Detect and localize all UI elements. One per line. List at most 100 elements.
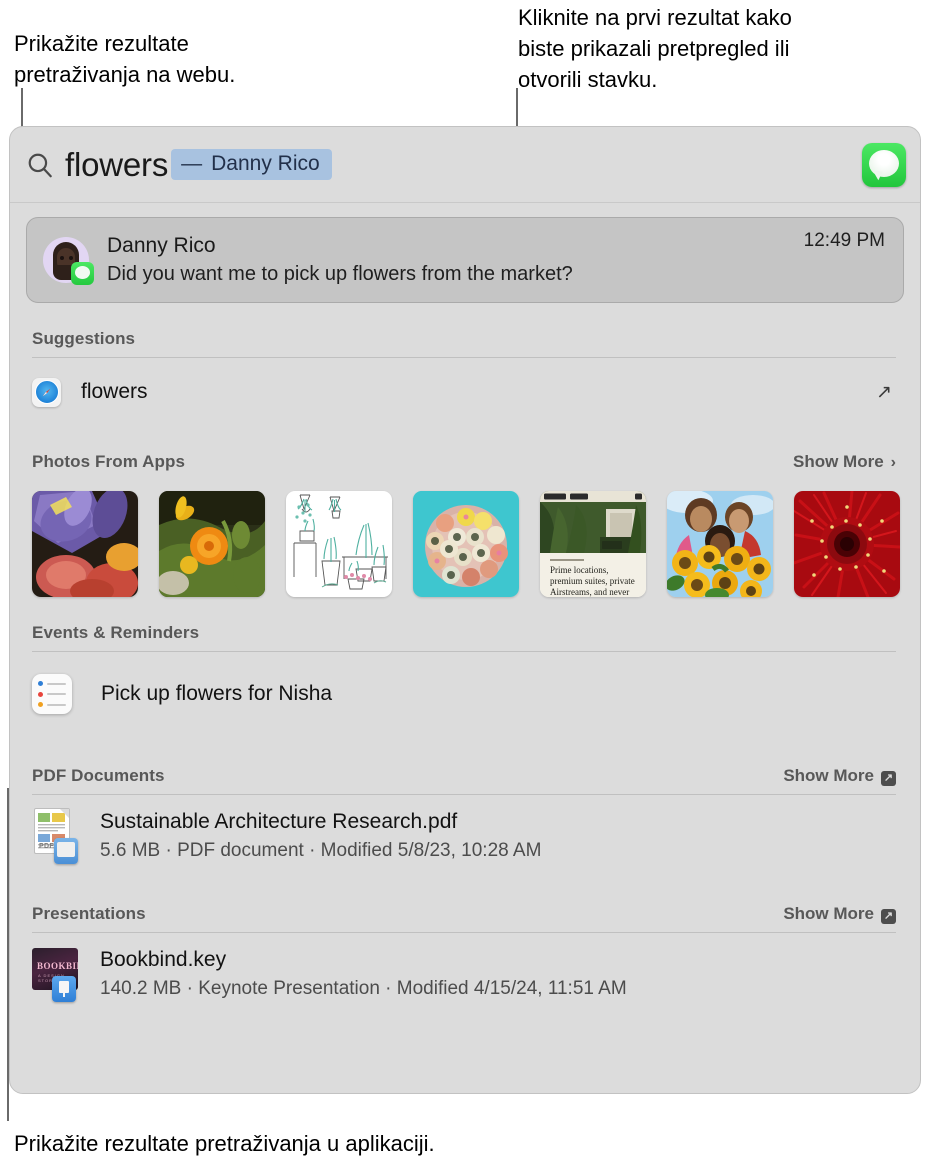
callout-app-results: Prikažite rezultate pretraživanja u apli…: [14, 1131, 435, 1156]
message-bubble-tail: [871, 169, 883, 181]
reminder-dot-orange: [38, 702, 43, 707]
show-more-label: Show More: [783, 904, 874, 923]
women-with-sunflowers-image: [667, 491, 773, 597]
pdf-file-name: Sustainable Architecture Research.pdf: [100, 810, 458, 833]
presentation-file-text: Bookbind.key 140.2 MB · Keynote Presenta…: [100, 948, 627, 1000]
keynote-thumb-title: BOOKBIND: [37, 961, 78, 971]
top-result-message-row[interactable]: Danny Rico Did you want me to pick up fl…: [26, 217, 904, 303]
reminder-label: Pick up flowers for Nisha: [101, 682, 333, 705]
photo-thumbnail-red-gerbera[interactable]: [794, 491, 900, 597]
svg-text:Airstreams, and never: Airstreams, and never: [550, 587, 629, 597]
show-more-label: Show More: [783, 766, 874, 785]
reminder-bar: [47, 693, 66, 695]
search-icon: [28, 153, 52, 177]
photo-thumbnail-hanging-plants-illustration[interactable]: [286, 491, 392, 597]
search-token-chip[interactable]: — Danny Rico: [171, 149, 332, 180]
reminder-bar: [47, 703, 66, 706]
section-title-suggestions: Suggestions: [32, 329, 136, 348]
pdf-file-meta: 5.6 MB · PDF document · Modified 5/8/23,…: [100, 840, 542, 861]
section-photos-from-apps: Photos From Apps Show More › Prime locat…: [10, 452, 920, 597]
section-header: PDF Documents Show More ↗: [32, 766, 896, 794]
message-preview: Did you want me to pick up flowers from …: [107, 263, 573, 285]
photo-thumbnail-women-with-sunflowers[interactable]: [667, 491, 773, 597]
orange-marigold-garden-image: [159, 491, 265, 597]
photo-thumbnail-sushi-platter[interactable]: [413, 491, 519, 597]
presentation-file-row[interactable]: BOOKBIND A DESIGN STORY Bookbind.key 140…: [32, 933, 896, 1008]
pdf-page-corner: [60, 809, 69, 818]
presentation-file-meta: 140.2 MB · Keynote Presentation · Modifi…: [100, 978, 627, 999]
arrow-up-right-icon[interactable]: ↗: [876, 381, 894, 404]
show-more-presentations-button[interactable]: Show More ↗: [783, 904, 896, 924]
message-text-block: Danny Rico Did you want me to pick up fl…: [107, 234, 804, 286]
presentation-file-name: Bookbind.key: [100, 948, 227, 971]
reminder-line-2: [38, 691, 66, 697]
reminder-line-3: [38, 702, 66, 707]
avatar-eye-left: [60, 256, 64, 260]
show-more-photos-button[interactable]: Show More ›: [793, 452, 896, 472]
section-suggestions: Suggestions flowers ↗: [10, 329, 920, 426]
open-external-icon: ↗: [881, 770, 896, 786]
safari-icon: [32, 377, 61, 407]
section-title-presentations: Presentations: [32, 904, 146, 923]
keynote-document-icon: BOOKBIND A DESIGN STORY: [32, 946, 82, 1002]
avatar: [43, 237, 94, 285]
photo-thumbnail-airstream-listing[interactable]: Prime locations, premium suites, private…: [540, 491, 646, 597]
results-list: Danny Rico Did you want me to pick up fl…: [10, 217, 920, 1018]
reminder-dot-red: [38, 691, 43, 697]
pdf-file-text: Sustainable Architecture Research.pdf 5.…: [100, 810, 541, 862]
safari-needle: [42, 388, 51, 396]
section-title-photos: Photos From Apps: [32, 452, 186, 471]
reminder-dot-blue: [38, 681, 43, 686]
red-gerbera-closeup-image: [794, 491, 900, 597]
pdf-label-text: PDF: [39, 843, 54, 850]
svg-text:premium suites, private: premium suites, private: [550, 576, 635, 586]
section-title-events: Events & Reminders: [32, 623, 200, 642]
suggestion-label: flowers: [81, 380, 148, 403]
section-title-pdf: PDF Documents: [32, 766, 165, 785]
photo-thumbnail-purple-iris[interactable]: [32, 491, 138, 597]
keynote-app-badge-icon: [52, 976, 76, 1002]
suggestion-row-flowers[interactable]: flowers ↗: [32, 358, 896, 426]
section-presentations: Presentations Show More ↗ BOOKBIND A DES…: [10, 904, 920, 1008]
section-header: Suggestions: [32, 329, 896, 357]
callout-web-results: Prikažite rezultate pretraživanja na web…: [14, 31, 236, 87]
hanging-plants-illustration-image: [286, 491, 392, 597]
reminders-icon: [32, 674, 72, 714]
messages-app-icon[interactable]: [862, 142, 906, 187]
message-sender: Danny Rico: [107, 234, 216, 257]
section-header: Photos From Apps Show More ›: [32, 452, 896, 480]
search-input[interactable]: flowers — Danny Rico: [65, 146, 862, 184]
section-header: Presentations Show More ↗: [32, 904, 896, 932]
reminder-bar: [47, 682, 66, 685]
pdf-file-row[interactable]: PDF Sustainable Architecture Research.pd…: [32, 795, 896, 870]
search-bar[interactable]: flowers — Danny Rico: [10, 127, 920, 203]
photo-thumbnail-orange-marigold[interactable]: [159, 491, 265, 597]
reminder-row[interactable]: Pick up flowers for Nisha: [32, 652, 896, 728]
open-external-icon: ↗: [881, 908, 896, 924]
pdf-badge-inner: [57, 842, 75, 857]
message-timestamp: 12:49 PM: [803, 230, 885, 251]
search-token-dash: —: [181, 152, 203, 175]
chevron-right-icon: ›: [890, 454, 896, 471]
avatar-eye-right: [69, 256, 73, 260]
sushi-platter-teal-image: [413, 491, 519, 597]
svg-text:Prime locations,: Prime locations,: [550, 565, 609, 575]
spotlight-search-window: flowers — Danny Rico Danny Rico Did you …: [9, 126, 921, 1094]
purple-iris-flowers-image: [32, 491, 138, 597]
section-header: Events & Reminders: [32, 623, 896, 651]
section-pdf-documents: PDF Documents Show More ↗ PDF Sustainabl…: [10, 766, 920, 870]
keynote-badge-stand: [63, 992, 65, 997]
airstream-listing-card-image: Prime locations, premium suites, private…: [540, 491, 646, 597]
messages-badge-icon: [71, 262, 94, 285]
search-query-text: flowers: [65, 145, 169, 183]
photo-thumbnail-strip: Prime locations, premium suites, private…: [32, 480, 900, 597]
reminder-line-1: [38, 681, 66, 686]
search-token-label: Danny Rico: [211, 152, 320, 175]
show-more-pdf-button[interactable]: Show More ↗: [783, 766, 896, 786]
pdf-app-badge-icon: [54, 838, 78, 864]
callout-click-first-result: Kliknite na prvi rezultat kako biste pri…: [518, 5, 792, 92]
pdf-document-icon: PDF: [32, 808, 82, 864]
messages-badge-bubble: [75, 266, 90, 279]
section-events-reminders: Events & Reminders Pick up flowers for N…: [10, 623, 920, 728]
show-more-label: Show More: [793, 452, 884, 471]
